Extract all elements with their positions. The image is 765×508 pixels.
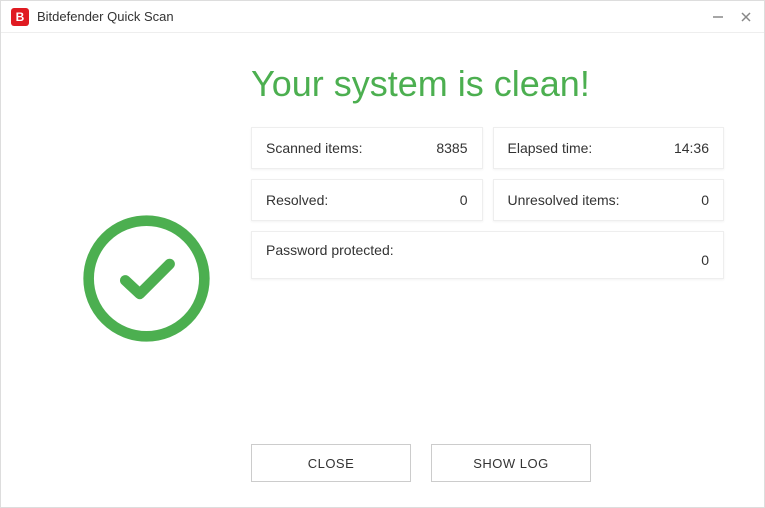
button-row: CLOSE SHOW LOG — [41, 444, 724, 482]
stat-value: 0 — [701, 252, 709, 268]
minimize-button[interactable] — [710, 9, 726, 25]
stat-label: Elapsed time: — [508, 140, 593, 156]
app-icon: B — [11, 8, 29, 26]
stat-password-protected: Password protected: 0 — [251, 231, 724, 279]
status-icon-column — [41, 53, 251, 444]
stat-unresolved: Unresolved items: 0 — [493, 179, 725, 221]
stat-resolved: Resolved: 0 — [251, 179, 483, 221]
stat-label: Scanned items: — [266, 140, 363, 156]
result-headline: Your system is clean! — [251, 63, 724, 105]
stat-value: 0 — [460, 192, 468, 208]
stat-elapsed-time: Elapsed time: 14:36 — [493, 127, 725, 169]
window-controls — [710, 9, 754, 25]
window-title: Bitdefender Quick Scan — [37, 9, 710, 24]
info-column: Your system is clean! Scanned items: 838… — [251, 53, 724, 444]
stat-label: Unresolved items: — [508, 192, 620, 208]
stat-value: 14:36 — [674, 140, 709, 156]
close-window-button[interactable] — [738, 9, 754, 25]
minimize-icon — [712, 11, 724, 23]
stats-grid: Scanned items: 8385 Elapsed time: 14:36 … — [251, 127, 724, 279]
main-row: Your system is clean! Scanned items: 838… — [41, 53, 724, 444]
show-log-button[interactable]: SHOW LOG — [431, 444, 591, 482]
titlebar: B Bitdefender Quick Scan — [1, 1, 764, 33]
stat-scanned-items: Scanned items: 8385 — [251, 127, 483, 169]
success-checkmark-icon — [79, 211, 214, 346]
stat-label: Resolved: — [266, 192, 328, 208]
close-icon — [740, 11, 752, 23]
stat-value: 8385 — [436, 140, 467, 156]
app-icon-letter: B — [16, 10, 25, 24]
app-window: B Bitdefender Quick Scan — [0, 0, 765, 508]
stat-label: Password protected: — [266, 242, 394, 268]
content-area: Your system is clean! Scanned items: 838… — [1, 33, 764, 507]
stat-value: 0 — [701, 192, 709, 208]
close-button[interactable]: CLOSE — [251, 444, 411, 482]
